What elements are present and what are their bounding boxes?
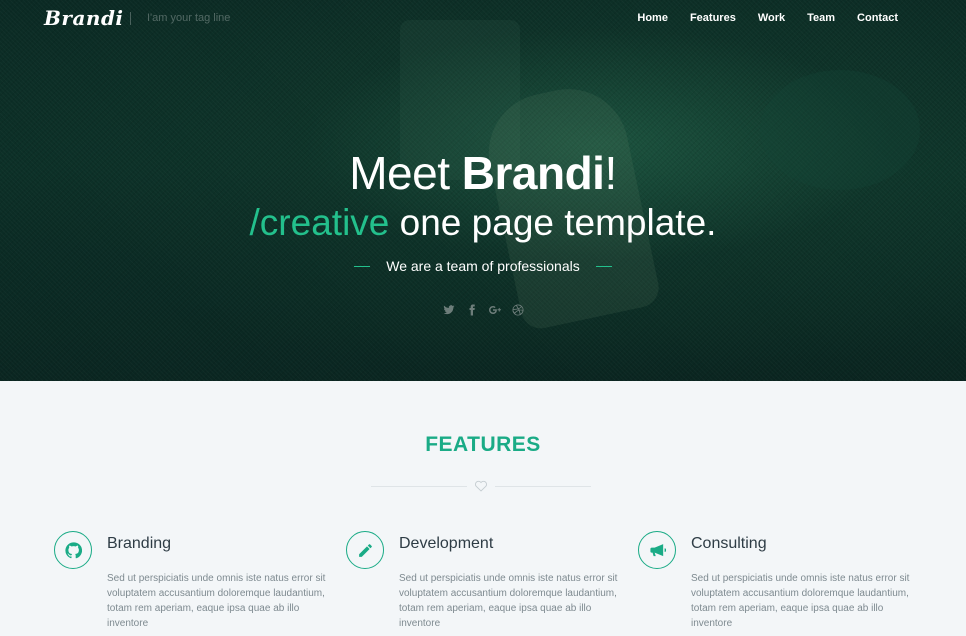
twitter-icon[interactable] xyxy=(442,303,456,317)
hero-subheadline: /creative one page template. xyxy=(0,202,966,244)
hero-section: Brandi I'am your tag line Home Features … xyxy=(0,0,966,381)
feature-title: Branding xyxy=(107,535,172,552)
facebook-icon[interactable] xyxy=(465,303,479,317)
pencil-icon[interactable] xyxy=(346,531,384,569)
feature-description: Sed ut perspiciatis unde omnis iste natu… xyxy=(399,573,618,629)
nav-link-team[interactable]: Team xyxy=(807,12,835,24)
nav-link-work[interactable]: Work xyxy=(758,12,785,24)
nav-link-features[interactable]: Features xyxy=(690,12,736,24)
main-menu: Home Features Work Team Contact xyxy=(637,12,898,24)
site-tagline: I'am your tag line xyxy=(147,12,231,24)
github-icon[interactable] xyxy=(54,531,92,569)
nav-link-home[interactable]: Home xyxy=(637,12,668,24)
top-navbar: Brandi I'am your tag line Home Features … xyxy=(0,0,966,38)
feature-card-development: Development Sed ut perspiciatis unde omn… xyxy=(346,531,626,636)
feature-description: Sed ut perspiciatis unde omnis iste natu… xyxy=(691,573,910,629)
features-section: FEATURES Branding Sed ut perspiciatis un… xyxy=(0,381,966,636)
hero-headline: Meet Brandi! xyxy=(0,146,966,200)
tagline-dash-left xyxy=(354,265,371,267)
social-links xyxy=(0,303,966,317)
logo-divider xyxy=(130,12,131,25)
dribbble-icon[interactable] xyxy=(511,303,525,317)
feature-card-consulting: Consulting Sed ut perspiciatis unde omni… xyxy=(638,531,918,636)
hero-tagline-row: We are a team of professionals xyxy=(0,258,966,274)
tagline-dash-right xyxy=(595,265,612,267)
nav-link-contact[interactable]: Contact xyxy=(857,12,898,24)
feature-title: Consulting xyxy=(691,535,767,552)
subline-accent: /creative xyxy=(249,202,390,243)
feature-description: Sed ut perspiciatis unde omnis iste natu… xyxy=(107,573,326,629)
section-divider-right xyxy=(495,486,591,487)
section-divider-left xyxy=(371,486,467,487)
heart-icon xyxy=(474,479,488,493)
feature-card-branding: Branding Sed ut perspiciatis unde omnis … xyxy=(54,531,334,636)
headline-prefix: Meet xyxy=(349,147,462,199)
hero-tagline: We are a team of professionals xyxy=(386,258,580,274)
headline-brand: Brandi xyxy=(461,147,605,199)
headline-suffix: ! xyxy=(604,147,617,199)
google-plus-icon[interactable] xyxy=(488,303,502,317)
megaphone-icon[interactable] xyxy=(638,531,676,569)
features-title: FEATURES xyxy=(425,433,541,456)
brand-logo[interactable]: Brandi xyxy=(44,6,124,30)
subline-rest: one page template. xyxy=(389,202,717,243)
feature-title: Development xyxy=(399,535,494,552)
